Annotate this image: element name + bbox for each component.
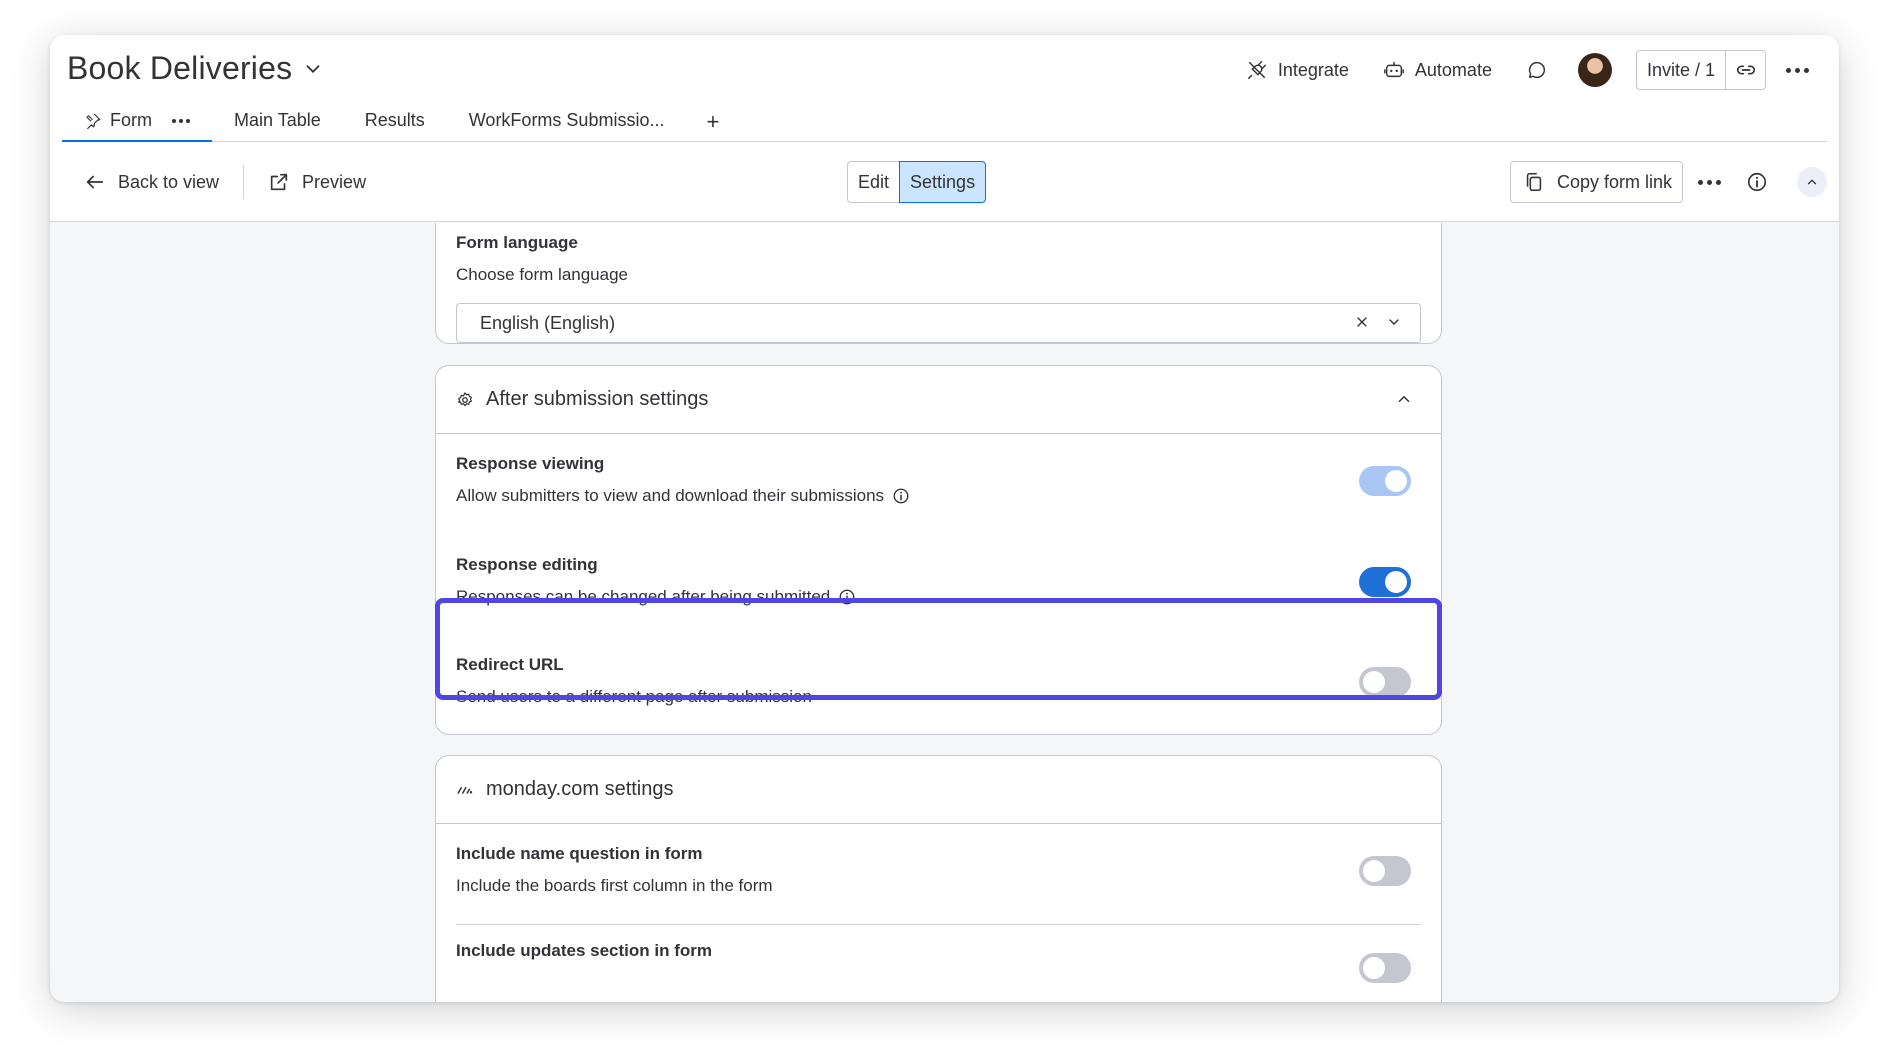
tab-form-label: Form [110, 110, 152, 130]
invite-button[interactable]: Invite / 1 [1637, 51, 1725, 89]
integrate-label: Integrate [1277, 59, 1349, 80]
tab-results[interactable]: Results [343, 105, 447, 142]
after-submission-title: After submission settings [486, 388, 709, 410]
monday-settings-title: monday.com settings [486, 778, 674, 800]
monday-settings-card: monday.com settings Include name questio… [435, 755, 1442, 1002]
toggle-knob [1385, 470, 1407, 492]
plug-icon [1247, 61, 1266, 79]
board-title-text: Book Deliveries [67, 50, 293, 86]
chevron-down-icon [306, 64, 320, 73]
edit-settings-toggle: Edit Settings [847, 161, 987, 203]
board-title[interactable]: Book Deliveries [67, 50, 324, 87]
include-updates-row: Include updates section in form [436, 941, 1441, 983]
copy-icon [1526, 172, 1542, 192]
tab-main-table[interactable]: Main Table [212, 105, 343, 142]
response-viewing-toggle[interactable] [1359, 466, 1411, 496]
copy-board-link-button[interactable] [1725, 51, 1765, 89]
collapse-header-button[interactable] [1797, 167, 1827, 197]
invite-group: Invite / 1 [1635, 50, 1766, 90]
info-icon[interactable] [1735, 161, 1779, 203]
form-language-description: Choose form language [456, 265, 629, 284]
redirect-url-row: Redirect URL Send users to a different p… [436, 655, 1441, 707]
response-editing-row: Response editing Responses can be change… [436, 555, 1441, 607]
settings-content: Form language Choose form language Engli… [50, 223, 1839, 1002]
form-language-title: Form language [456, 233, 578, 252]
app-window: Book Deliveries Integrate Automate Invit… [50, 35, 1839, 1002]
settings-mode-button[interactable]: Settings [899, 161, 987, 203]
response-viewing-title: Response viewing [456, 454, 605, 473]
pin-icon [86, 113, 101, 129]
response-editing-title: Response editing [456, 555, 598, 574]
language-select[interactable]: English (English) [456, 303, 1421, 343]
chevron-down-icon[interactable] [1386, 314, 1402, 330]
automate-button[interactable]: Automate [1369, 50, 1506, 90]
include-name-description: Include the boards first column in the f… [456, 876, 773, 895]
form-more-menu-icon[interactable] [1687, 161, 1731, 203]
back-to-view-button[interactable]: Back to view [70, 162, 233, 202]
tab-form[interactable]: Form [62, 105, 212, 143]
toggle-knob [1363, 860, 1385, 882]
monday-logo-icon [457, 786, 473, 794]
board-more-menu-icon[interactable] [1772, 50, 1823, 90]
clear-icon[interactable] [1354, 314, 1370, 330]
back-to-view-label: Back to view [118, 171, 220, 192]
toolbar-divider [243, 165, 245, 199]
user-avatar[interactable] [1577, 53, 1612, 87]
info-icon[interactable] [838, 588, 856, 606]
chevron-up-icon [1807, 179, 1817, 185]
response-editing-description-text: Responses can be changed after being sub… [456, 587, 831, 606]
copy-form-link-button[interactable]: Copy form link [1509, 161, 1683, 203]
after-submission-header[interactable]: After submission settings [436, 366, 1441, 434]
response-editing-description: Responses can be changed after being sub… [456, 587, 1421, 607]
gear-icon [458, 391, 472, 406]
edit-mode-button[interactable]: Edit [847, 161, 900, 203]
include-name-title: Include name question in form [456, 844, 703, 863]
copy-form-link-label: Copy form link [1556, 171, 1672, 192]
preview-label: Preview [302, 171, 367, 192]
response-viewing-description: Allow submitters to view and download th… [456, 486, 1421, 506]
tab-menu-icon[interactable] [172, 118, 190, 123]
tab-main-table-label: Main Table [234, 110, 321, 130]
header-actions: Integrate Automate Invite / 1 [1232, 50, 1823, 90]
preview-button[interactable]: Preview [254, 162, 380, 202]
view-tabs: Form Main Table Results WorkForms Submis… [62, 105, 1827, 143]
response-editing-toggle[interactable] [1359, 567, 1411, 597]
robot-icon [1384, 61, 1404, 78]
form-toolbar: Back to view Preview Edit Settings Copy … [50, 142, 1839, 222]
form-language-card: Form language Choose form language Engli… [435, 223, 1442, 344]
redirect-url-toggle[interactable] [1359, 667, 1411, 697]
include-updates-title: Include updates section in form [456, 941, 712, 960]
info-icon[interactable] [892, 487, 910, 505]
automate-label: Automate [1414, 59, 1492, 80]
redirect-url-description: Send users to a different page after sub… [456, 687, 812, 706]
chat-bubble-icon [1528, 61, 1545, 79]
monday-settings-header[interactable]: monday.com settings [436, 756, 1441, 824]
row-divider [456, 924, 1421, 925]
chevron-up-icon[interactable] [1395, 390, 1413, 408]
integrate-button[interactable]: Integrate [1232, 50, 1363, 90]
link-icon [1736, 65, 1755, 75]
language-select-value: English (English) [480, 312, 616, 333]
board-header: Book Deliveries Integrate Automate Invit… [50, 35, 1839, 143]
toggle-knob [1363, 957, 1385, 979]
include-name-toggle[interactable] [1359, 856, 1411, 886]
toggle-knob [1385, 571, 1407, 593]
response-viewing-description-text: Allow submitters to view and download th… [456, 486, 885, 505]
add-view-button[interactable]: + [686, 105, 739, 142]
tab-workforms-label: WorkForms Submissio... [468, 110, 665, 130]
redirect-url-title: Redirect URL [456, 655, 564, 674]
tab-workforms-submissions[interactable]: WorkForms Submissio... [447, 105, 687, 142]
form-language-row: Form language Choose form language [436, 223, 1441, 285]
include-updates-toggle[interactable] [1359, 953, 1411, 983]
include-name-row: Include name question in form Include th… [436, 844, 1441, 896]
external-link-icon [270, 173, 288, 191]
toggle-knob [1363, 671, 1385, 693]
updates-button[interactable] [1512, 50, 1562, 90]
response-viewing-row: Response viewing Allow submitters to vie… [436, 454, 1441, 506]
tab-results-label: Results [364, 110, 425, 130]
arrow-left-icon [86, 175, 104, 189]
after-submission-card: After submission settings Response viewi… [435, 365, 1442, 735]
